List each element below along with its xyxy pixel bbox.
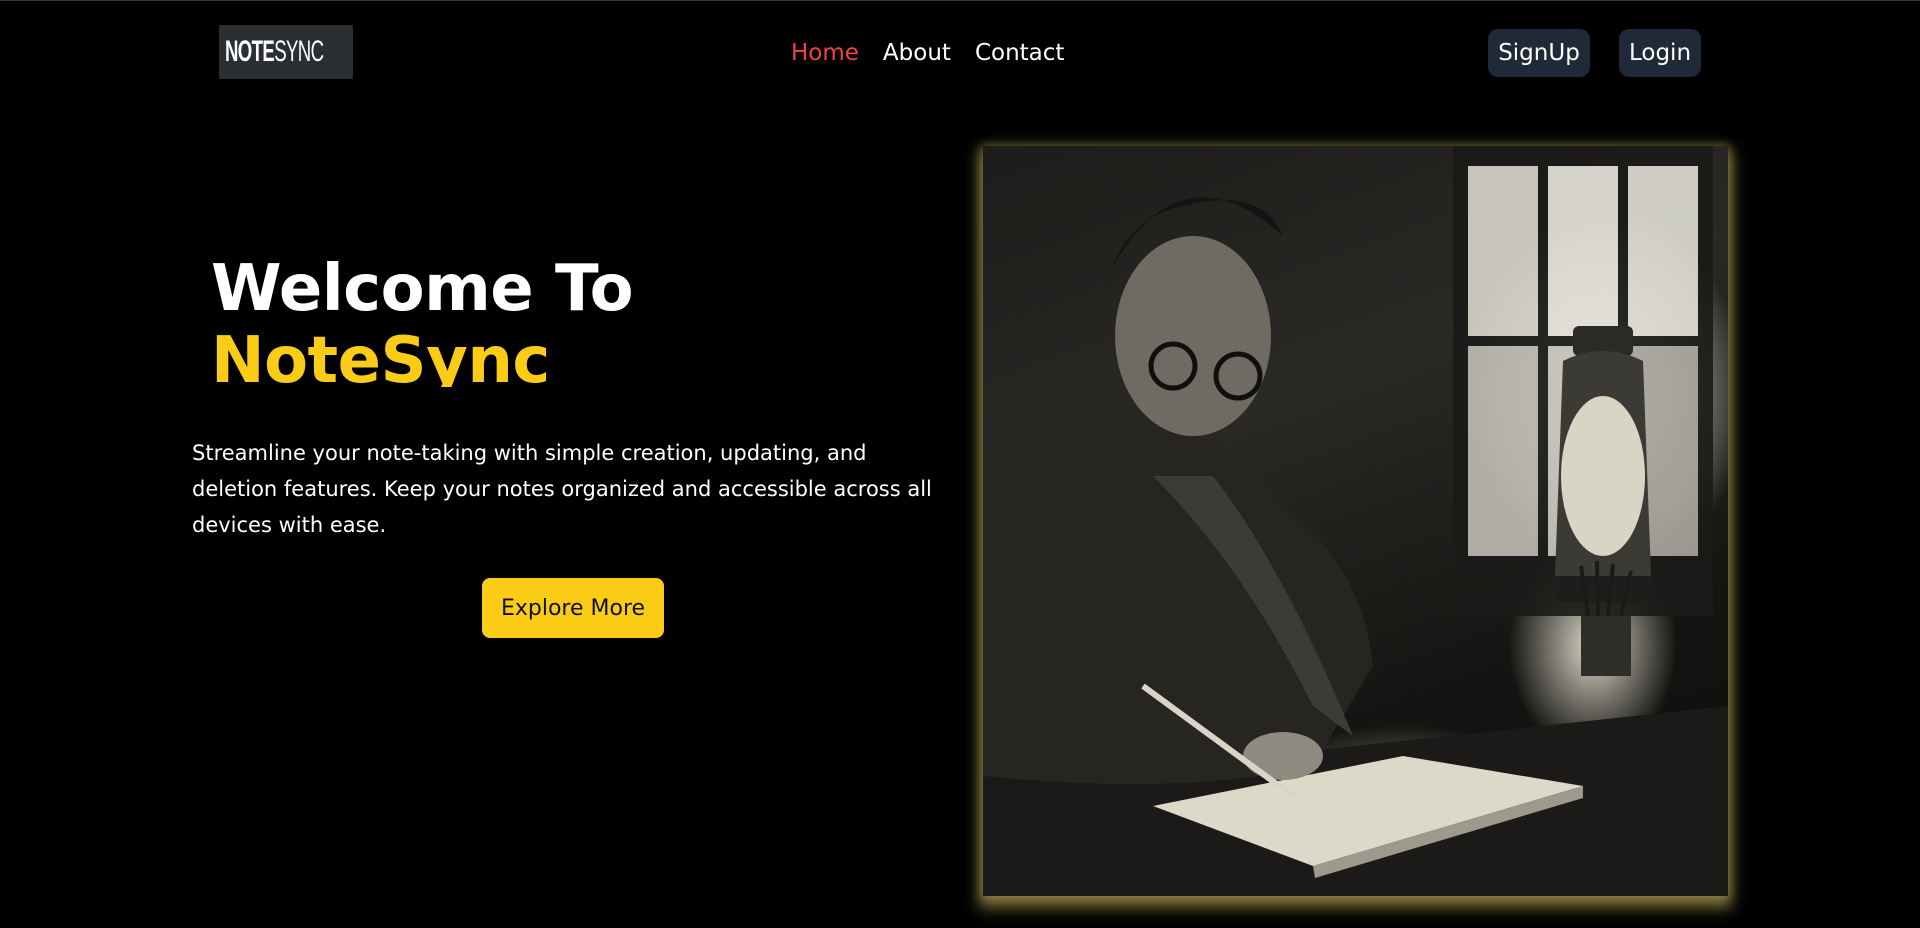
signup-button[interactable]: SignUp (1488, 29, 1590, 77)
nav-link-home[interactable]: Home (791, 37, 859, 69)
logo-text-thin: SYNC (274, 35, 324, 68)
logo[interactable]: NOTESYNC (219, 25, 353, 79)
hero-title: Welcome To NoteSync (211, 252, 634, 387)
nav-link-contact[interactable]: Contact (975, 37, 1064, 69)
main-nav: Home About Contact (791, 37, 1064, 69)
logo-text-bold: NOTE (225, 35, 275, 68)
hero-image (983, 146, 1728, 896)
lantern (1555, 326, 1651, 602)
explore-more-button[interactable]: Explore More (482, 578, 664, 638)
person (983, 197, 1373, 799)
hero-title-line1: Welcome To (211, 252, 634, 326)
hero-illustration (983, 146, 1728, 896)
hero-description: Streamline your note-taking with simple … (192, 441, 932, 537)
landing-page: NOTESYNC Home About Contact SignUp Login… (0, 0, 1920, 928)
login-button[interactable]: Login (1619, 29, 1701, 77)
nav-link-about[interactable]: About (883, 37, 951, 69)
hero-title-brand: NoteSync (211, 325, 550, 387)
logo-text: NOTESYNC (225, 35, 324, 69)
